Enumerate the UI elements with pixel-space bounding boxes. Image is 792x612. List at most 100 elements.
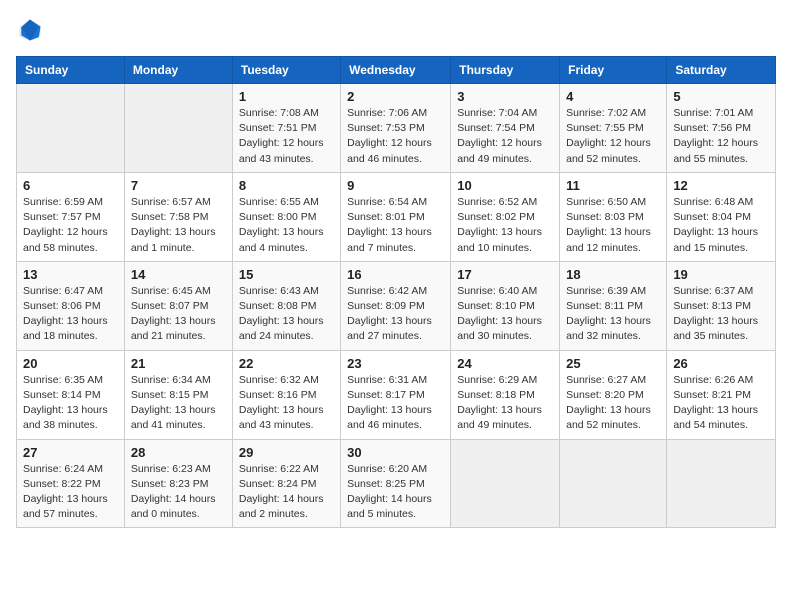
logo — [16, 16, 48, 44]
calendar-cell — [17, 84, 125, 173]
day-number: 5 — [673, 89, 769, 104]
calendar-header-row: SundayMondayTuesdayWednesdayThursdayFrid… — [17, 57, 776, 84]
calendar-cell: 25 Sunrise: 6:27 AM Sunset: 8:20 PM Dayli… — [560, 350, 667, 439]
calendar-cell: 20 Sunrise: 6:35 AM Sunset: 8:14 PM Dayli… — [17, 350, 125, 439]
calendar-cell: 10 Sunrise: 6:52 AM Sunset: 8:02 PM Dayli… — [451, 172, 560, 261]
day-info: Sunrise: 6:32 AM Sunset: 8:16 PM Dayligh… — [239, 373, 334, 434]
day-info: Sunrise: 6:43 AM Sunset: 8:08 PM Dayligh… — [239, 284, 334, 345]
calendar-cell: 15 Sunrise: 6:43 AM Sunset: 8:08 PM Dayli… — [232, 261, 340, 350]
calendar-week-3: 13 Sunrise: 6:47 AM Sunset: 8:06 PM Dayli… — [17, 261, 776, 350]
calendar-cell: 9Sunrise: 6:54 AM Sunset: 8:01 PM Daylig… — [341, 172, 451, 261]
day-number: 15 — [239, 267, 334, 282]
day-number: 2 — [347, 89, 444, 104]
day-number: 19 — [673, 267, 769, 282]
weekday-header-monday: Monday — [124, 57, 232, 84]
day-info: Sunrise: 6:59 AM Sunset: 7:57 PM Dayligh… — [23, 195, 118, 256]
day-number: 30 — [347, 445, 444, 460]
page-header — [16, 16, 776, 44]
day-number: 10 — [457, 178, 553, 193]
day-info: Sunrise: 6:34 AM Sunset: 8:15 PM Dayligh… — [131, 373, 226, 434]
day-number: 20 — [23, 356, 118, 371]
day-info: Sunrise: 6:26 AM Sunset: 8:21 PM Dayligh… — [673, 373, 769, 434]
day-number: 17 — [457, 267, 553, 282]
day-number: 23 — [347, 356, 444, 371]
calendar-cell: 23 Sunrise: 6:31 AM Sunset: 8:17 PM Dayli… — [341, 350, 451, 439]
day-number: 8 — [239, 178, 334, 193]
weekday-header-tuesday: Tuesday — [232, 57, 340, 84]
calendar-cell: 17 Sunrise: 6:40 AM Sunset: 8:10 PM Dayli… — [451, 261, 560, 350]
calendar-cell — [451, 439, 560, 528]
day-number: 11 — [566, 178, 660, 193]
calendar-cell: 13 Sunrise: 6:47 AM Sunset: 8:06 PM Dayli… — [17, 261, 125, 350]
day-number: 18 — [566, 267, 660, 282]
day-info: Sunrise: 6:23 AM Sunset: 8:23 PM Dayligh… — [131, 462, 226, 523]
day-number: 14 — [131, 267, 226, 282]
calendar-cell: 19Sunrise: 6:37 AM Sunset: 8:13 PM Dayli… — [667, 261, 776, 350]
day-info: Sunrise: 6:39 AM Sunset: 8:11 PM Dayligh… — [566, 284, 660, 345]
weekday-header-sunday: Sunday — [17, 57, 125, 84]
calendar-cell: 2 Sunrise: 7:06 AM Sunset: 7:53 PM Daylig… — [341, 84, 451, 173]
calendar-cell — [667, 439, 776, 528]
day-info: Sunrise: 6:20 AM Sunset: 8:25 PM Dayligh… — [347, 462, 444, 523]
weekday-header-thursday: Thursday — [451, 57, 560, 84]
calendar-cell: 26 Sunrise: 6:26 AM Sunset: 8:21 PM Dayli… — [667, 350, 776, 439]
day-number: 16 — [347, 267, 444, 282]
day-info: Sunrise: 6:22 AM Sunset: 8:24 PM Dayligh… — [239, 462, 334, 523]
day-info: Sunrise: 7:06 AM Sunset: 7:53 PM Dayligh… — [347, 106, 444, 167]
day-number: 21 — [131, 356, 226, 371]
calendar-cell: 28Sunrise: 6:23 AM Sunset: 8:23 PM Dayli… — [124, 439, 232, 528]
day-number: 3 — [457, 89, 553, 104]
day-info: Sunrise: 7:04 AM Sunset: 7:54 PM Dayligh… — [457, 106, 553, 167]
day-number: 25 — [566, 356, 660, 371]
day-info: Sunrise: 6:55 AM Sunset: 8:00 PM Dayligh… — [239, 195, 334, 256]
day-info: Sunrise: 6:47 AM Sunset: 8:06 PM Dayligh… — [23, 284, 118, 345]
day-info: Sunrise: 6:29 AM Sunset: 8:18 PM Dayligh… — [457, 373, 553, 434]
calendar-cell: 1Sunrise: 7:08 AM Sunset: 7:51 PM Daylig… — [232, 84, 340, 173]
day-info: Sunrise: 6:40 AM Sunset: 8:10 PM Dayligh… — [457, 284, 553, 345]
day-number: 7 — [131, 178, 226, 193]
day-info: Sunrise: 6:31 AM Sunset: 8:17 PM Dayligh… — [347, 373, 444, 434]
day-info: Sunrise: 6:50 AM Sunset: 8:03 PM Dayligh… — [566, 195, 660, 256]
day-number: 29 — [239, 445, 334, 460]
day-info: Sunrise: 7:02 AM Sunset: 7:55 PM Dayligh… — [566, 106, 660, 167]
day-info: Sunrise: 6:45 AM Sunset: 8:07 PM Dayligh… — [131, 284, 226, 345]
day-info: Sunrise: 6:52 AM Sunset: 8:02 PM Dayligh… — [457, 195, 553, 256]
day-info: Sunrise: 6:35 AM Sunset: 8:14 PM Dayligh… — [23, 373, 118, 434]
day-number: 1 — [239, 89, 334, 104]
calendar-cell: 24 Sunrise: 6:29 AM Sunset: 8:18 PM Dayli… — [451, 350, 560, 439]
calendar-cell: 12Sunrise: 6:48 AM Sunset: 8:04 PM Dayli… — [667, 172, 776, 261]
calendar-cell: 11 Sunrise: 6:50 AM Sunset: 8:03 PM Dayli… — [560, 172, 667, 261]
calendar-cell — [124, 84, 232, 173]
day-info: Sunrise: 6:24 AM Sunset: 8:22 PM Dayligh… — [23, 462, 118, 523]
calendar-cell: 7 Sunrise: 6:57 AM Sunset: 7:58 PM Daylig… — [124, 172, 232, 261]
calendar-cell: 29 Sunrise: 6:22 AM Sunset: 8:24 PM Dayli… — [232, 439, 340, 528]
calendar-cell: 18 Sunrise: 6:39 AM Sunset: 8:11 PM Dayli… — [560, 261, 667, 350]
day-number: 22 — [239, 356, 334, 371]
calendar-cell: 5 Sunrise: 7:01 AM Sunset: 7:56 PM Daylig… — [667, 84, 776, 173]
weekday-header-wednesday: Wednesday — [341, 57, 451, 84]
calendar-cell: 21 Sunrise: 6:34 AM Sunset: 8:15 PM Dayli… — [124, 350, 232, 439]
day-info: Sunrise: 7:01 AM Sunset: 7:56 PM Dayligh… — [673, 106, 769, 167]
calendar-body: 1Sunrise: 7:08 AM Sunset: 7:51 PM Daylig… — [17, 84, 776, 528]
calendar-week-4: 20 Sunrise: 6:35 AM Sunset: 8:14 PM Dayli… — [17, 350, 776, 439]
calendar-table: SundayMondayTuesdayWednesdayThursdayFrid… — [16, 56, 776, 528]
calendar-cell: 3 Sunrise: 7:04 AM Sunset: 7:54 PM Daylig… — [451, 84, 560, 173]
day-number: 24 — [457, 356, 553, 371]
day-number: 9 — [347, 178, 444, 193]
calendar-cell: 30 Sunrise: 6:20 AM Sunset: 8:25 PM Dayli… — [341, 439, 451, 528]
calendar-cell: 22 Sunrise: 6:32 AM Sunset: 8:16 PM Dayli… — [232, 350, 340, 439]
day-number: 12 — [673, 178, 769, 193]
day-info: Sunrise: 6:27 AM Sunset: 8:20 PM Dayligh… — [566, 373, 660, 434]
calendar-cell: 16 Sunrise: 6:42 AM Sunset: 8:09 PM Dayli… — [341, 261, 451, 350]
calendar-cell: 4Sunrise: 7:02 AM Sunset: 7:55 PM Daylig… — [560, 84, 667, 173]
day-number: 26 — [673, 356, 769, 371]
calendar-week-5: 27Sunrise: 6:24 AM Sunset: 8:22 PM Dayli… — [17, 439, 776, 528]
day-info: Sunrise: 6:42 AM Sunset: 8:09 PM Dayligh… — [347, 284, 444, 345]
calendar-week-2: 6 Sunrise: 6:59 AM Sunset: 7:57 PM Daylig… — [17, 172, 776, 261]
calendar-cell — [560, 439, 667, 528]
calendar-cell: 14 Sunrise: 6:45 AM Sunset: 8:07 PM Dayli… — [124, 261, 232, 350]
day-number: 6 — [23, 178, 118, 193]
day-info: Sunrise: 6:57 AM Sunset: 7:58 PM Dayligh… — [131, 195, 226, 256]
day-number: 13 — [23, 267, 118, 282]
logo-icon — [16, 16, 44, 44]
